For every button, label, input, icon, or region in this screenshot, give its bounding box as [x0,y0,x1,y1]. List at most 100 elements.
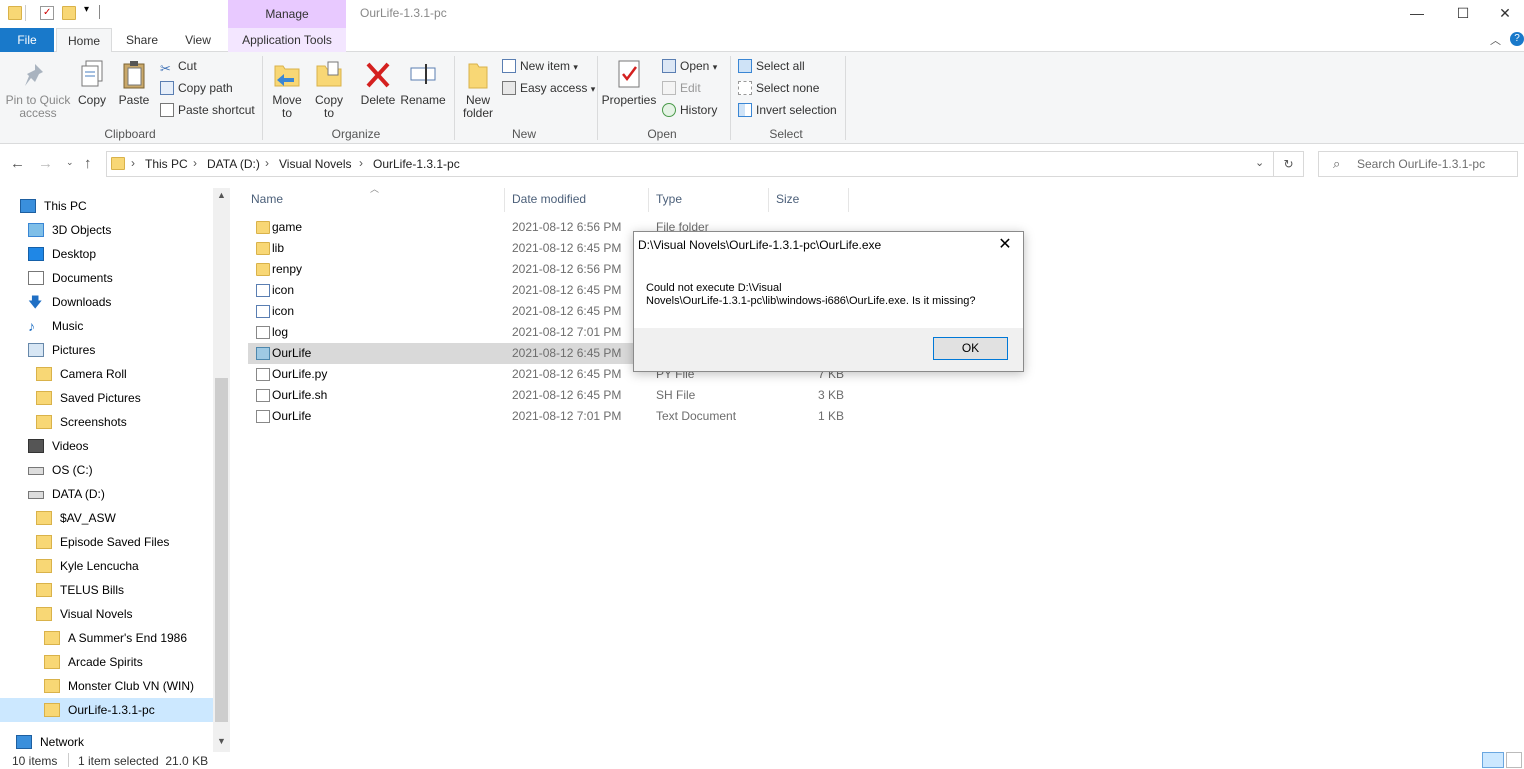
address-bar[interactable]: › This PC › DATA (D:) › Visual Novels › … [106,151,1274,177]
breadcrumb-data-d[interactable]: DATA (D:) [207,157,260,171]
nav-item-label: Music [52,319,84,333]
up-arrow-icon[interactable]: ↑ [84,155,92,172]
history-button[interactable]: History [662,100,717,120]
large-icons-view-icon[interactable] [1506,752,1522,768]
refresh-icon[interactable]: ↻ [1274,151,1304,177]
column-divider[interactable] [648,188,649,212]
paste-shortcut-button[interactable]: Paste shortcut [160,100,255,120]
nav-item-ourlife-1-3-1-pc[interactable]: OurLife-1.3.1-pc [0,698,213,722]
paste-button[interactable]: Paste [116,58,152,107]
new-item-button[interactable]: New item ▾ [502,56,578,76]
properties-button[interactable]: Properties [600,58,658,107]
select-all-button[interactable]: Select all [738,56,805,76]
easy-access-button[interactable]: Easy access ▾ [502,78,595,98]
chevron-right-icon[interactable]: › [131,156,135,170]
search-box[interactable]: ⌕ Search OurLife-1.3.1-pc [1318,151,1518,177]
nav-item-label: Kyle Lencucha [60,559,139,573]
file-row[interactable]: OurLife.sh 2021-08-12 6:45 PM SH File 3 KB [248,385,856,406]
nav-item-screenshots[interactable]: Screenshots [0,410,213,434]
tab-file[interactable]: File [0,28,54,52]
edit-button[interactable]: Edit [662,78,701,98]
nav-item-episode-saved-files[interactable]: Episode Saved Files [0,530,213,554]
nav-item-telus-bills[interactable]: TELUS Bills [0,578,213,602]
column-divider[interactable] [768,188,769,212]
back-arrow-icon[interactable]: ← [10,155,25,172]
column-divider[interactable] [504,188,505,212]
nav-item-visual-novels[interactable]: Visual Novels [0,602,213,626]
nav-item-this-pc[interactable]: This PC [0,194,213,218]
close-window-button[interactable]: ✕ [1486,0,1524,28]
select-none-button[interactable]: Select none [738,78,819,98]
nav-item-music[interactable]: ♪ Music [0,314,213,338]
file-date: 2021-08-12 6:45 PM [512,388,622,402]
select-none-label: Select none [756,81,820,95]
move-to-button[interactable]: Move to [268,58,306,120]
chevron-right-icon[interactable]: › [193,156,197,170]
new-group-label: New [511,127,536,141]
nav-item-downloads[interactable]: 🡇 Downloads [0,290,213,314]
new-folder-button[interactable]: New folder [458,58,498,120]
recent-locations-chevron-icon[interactable]: ⌄ [66,157,74,168]
nav-item-label: 3D Objects [52,223,112,237]
help-icon[interactable]: ? [1510,32,1524,46]
scrollbar-thumb[interactable] [215,378,228,722]
nav-item-3d-objects[interactable]: 3D Objects [0,218,213,242]
tab-home[interactable]: Home [56,28,112,53]
properties-icon[interactable]: ✓ [40,6,54,20]
copy-button[interactable]: Copy [74,58,110,107]
file-row[interactable]: OurLife 2021-08-12 7:01 PM Text Document 1 … [248,406,856,427]
collapse-ribbon-icon[interactable]: ︿ [1490,32,1501,48]
nav-item-a-summer-s-end-1986[interactable]: A Summer's End 1986 [0,626,213,650]
column-header-name[interactable]: Name [251,188,283,210]
chevron-right-icon[interactable]: › [359,156,363,170]
nav-item-av-asw[interactable]: $AV_ASW [0,506,213,530]
tab-application-tools[interactable]: Application Tools [228,28,346,52]
customize-quick-access-icon[interactable]: ▾ [84,4,98,18]
copy-path-button[interactable]: Copy path [160,78,233,98]
open-button[interactable]: Open ▾ [662,56,717,76]
invert-selection-button[interactable]: Invert selection [738,100,837,120]
scroll-down-arrow-icon[interactable]: ▼ [217,736,226,746]
pin-label: Pin to Quick access [5,93,71,120]
tab-share[interactable]: Share [118,28,166,52]
column-header-type[interactable]: Type [656,188,682,210]
nav-item-network[interactable]: Network [0,730,213,754]
nav-item-kyle-lencucha[interactable]: Kyle Lencucha [0,554,213,578]
nav-pane-scrollbar[interactable]: ▲ ▼ [213,188,230,752]
copy-to-button[interactable]: Copy to [310,58,348,120]
music-icon: ♪ [28,318,35,334]
search-input[interactable]: Search OurLife-1.3.1-pc [1357,157,1485,171]
scroll-up-arrow-icon[interactable]: ▲ [217,190,226,200]
new-folder-icon[interactable] [62,6,76,20]
nav-item-arcade-spirits[interactable]: Arcade Spirits [0,650,213,674]
nav-item-pictures[interactable]: Pictures [0,338,213,362]
rename-button[interactable]: Rename [400,58,446,107]
delete-button[interactable]: Delete [358,58,398,107]
column-header-size[interactable]: Size [776,188,799,210]
details-view-icon[interactable] [1482,752,1504,768]
nav-item-os-c[interactable]: OS (C:) [0,458,213,482]
dialog-close-icon[interactable]: ✕ [993,234,1017,256]
breadcrumb-this-pc[interactable]: This PC [145,157,188,171]
nav-item-camera-roll[interactable]: Camera Roll [0,362,213,386]
column-divider[interactable] [848,188,849,212]
pin-to-quick-access-button[interactable]: Pin to Quick access [4,58,72,120]
chevron-right-icon[interactable]: › [265,156,269,170]
nav-item-monster-club-vn-win[interactable]: Monster Club VN (WIN) [0,674,213,698]
nav-item-videos[interactable]: Videos [0,434,213,458]
maximize-button[interactable]: ☐ [1440,0,1486,28]
cut-button[interactable]: ✂ Cut [160,56,197,76]
ok-button[interactable]: OK [933,337,1008,360]
forward-arrow-icon[interactable]: → [38,155,53,172]
breadcrumb-visual-novels[interactable]: Visual Novels [279,157,351,171]
minimize-button[interactable]: — [1394,0,1440,28]
column-header-date-modified[interactable]: Date modified [512,188,586,210]
nav-item-desktop[interactable]: Desktop [0,242,213,266]
copy-to-label: Copy to [314,93,343,120]
address-dropdown-chevron-icon[interactable]: ⌄ [1255,156,1264,169]
breadcrumb-current-folder[interactable]: OurLife-1.3.1-pc [373,157,460,171]
nav-item-data-d[interactable]: DATA (D:) [0,482,213,506]
tab-view[interactable]: View [174,28,222,52]
nav-item-saved-pictures[interactable]: Saved Pictures [0,386,213,410]
nav-item-documents[interactable]: Documents [0,266,213,290]
